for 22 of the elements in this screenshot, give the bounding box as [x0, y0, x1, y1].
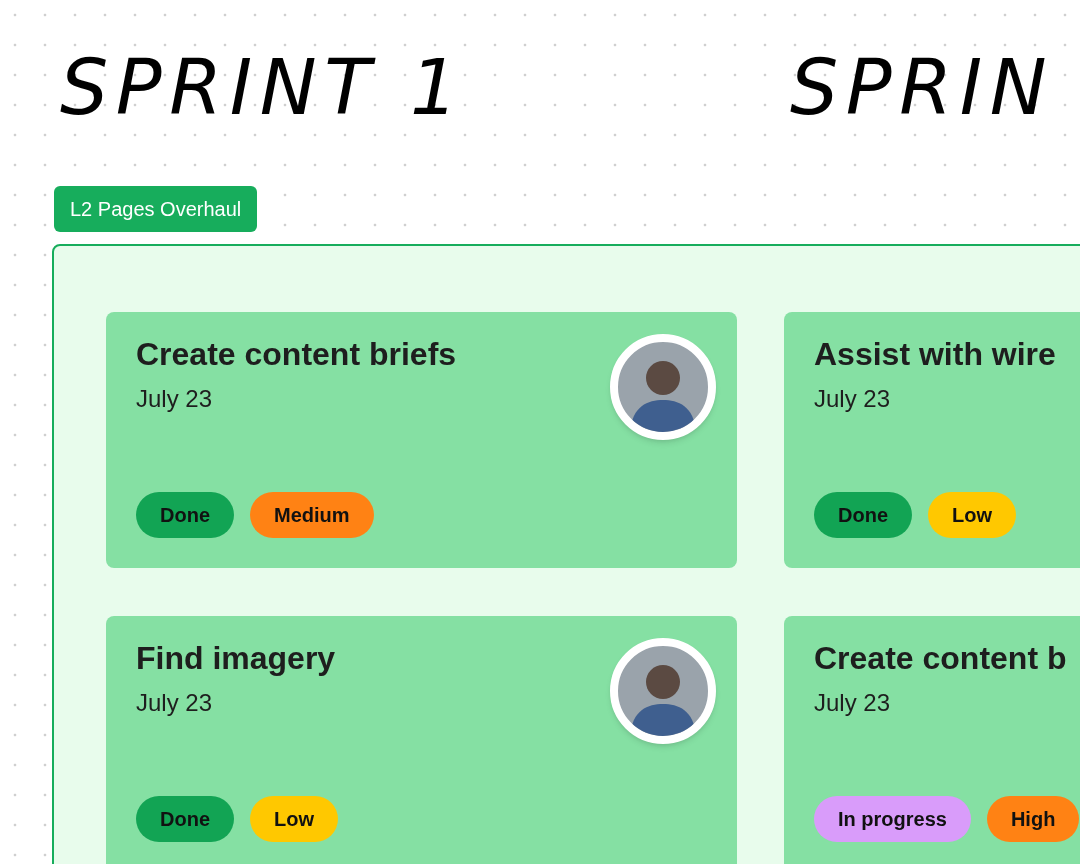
task-card[interactable]: Find imagery July 23 Done Low — [106, 616, 737, 864]
card-date: July 23 — [814, 688, 891, 718]
task-card[interactable]: Assist with wire July 23 Done Low — [784, 312, 1080, 568]
status-tag: Done — [136, 492, 234, 538]
status-tag: In progress — [814, 796, 971, 842]
card-title: Create content briefs — [136, 335, 458, 374]
task-card[interactable]: Create content b July 23 In progress High — [784, 616, 1080, 864]
sprint-heading: SPRIN — [790, 50, 1055, 126]
status-tag: Done — [814, 492, 912, 538]
card-title: Assist with wire — [814, 335, 1057, 374]
priority-tag: Medium — [250, 492, 374, 538]
status-tag: Done — [136, 796, 234, 842]
priority-tag: Low — [928, 492, 1016, 538]
task-card[interactable]: Create content briefs July 23 Done Medium — [106, 312, 737, 568]
priority-tag: High — [986, 796, 1080, 842]
sprint-heading: SPRINT 1 — [60, 50, 466, 126]
card-title: Create content b — [814, 639, 1068, 678]
card-date: July 23 — [136, 384, 213, 414]
priority-tag: Low — [250, 796, 338, 842]
card-date: July 23 — [814, 384, 891, 414]
card-date: July 23 — [136, 688, 213, 718]
card-title: Find imagery — [136, 639, 337, 678]
